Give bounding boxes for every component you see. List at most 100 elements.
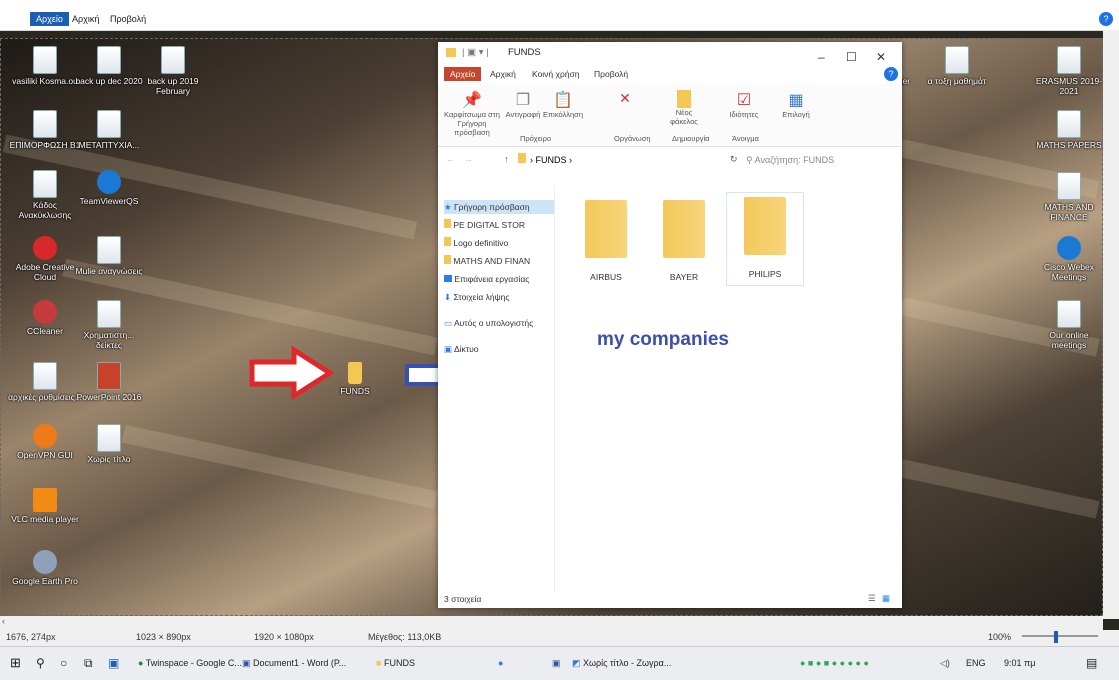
copy-button[interactable]: ❐ Αντιγραφή <box>504 90 542 119</box>
organize-buttons[interactable]: ✕ <box>588 90 662 107</box>
desktop-icon[interactable]: Adobe Creative Cloud <box>8 236 82 282</box>
nav-item[interactable]: Logo definitivo <box>444 236 554 250</box>
details-view-icon[interactable]: ☰ <box>868 593 876 604</box>
teamviewer-icon <box>97 170 121 194</box>
paint-tab-home[interactable]: Αρχική <box>66 12 105 26</box>
nav-item[interactable]: PE DIGITAL STOR <box>444 218 554 232</box>
paint-tab-file[interactable]: Αρχείο <box>30 12 69 26</box>
windows-taskbar: ⊞ ⚲ ○ ⧉ ▣ ● Twinspace - Google C... ▣ Do… <box>0 646 1119 680</box>
desktop-icon[interactable]: Χωρίς τίτλο <box>72 424 146 464</box>
nav-this-pc[interactable]: ▭ Αυτός ο υπολογιστής <box>444 316 554 330</box>
explorer-tab-file[interactable]: Αρχείο <box>444 67 482 81</box>
desktop-icon[interactable]: ΕΠΙΜΟΡΦΩΣΗ Β1 <box>8 110 82 150</box>
language-indicator[interactable]: ENG <box>966 655 986 671</box>
desktop-icon[interactable]: back up 2019 February <box>136 46 210 96</box>
desktop-icon[interactable]: Google Earth Pro <box>8 550 82 586</box>
image-file-icon <box>97 424 121 452</box>
teamviewer-icon[interactable]: ● <box>498 655 503 671</box>
image-size: 1920 × 1080px <box>254 632 314 642</box>
nav-item[interactable]: Επιφάνεια εργασίας <box>444 272 554 286</box>
desktop-icon[interactable]: CCleaner <box>8 300 82 336</box>
folder-item[interactable]: BAYER <box>646 196 722 282</box>
notifications-icon[interactable]: ▤ <box>1086 655 1097 671</box>
zoom-level: 100% <box>988 632 1012 642</box>
vertical-scrollbar[interactable] <box>1103 30 1119 619</box>
desktop-icon[interactable]: ERASMUS 2019-2021 <box>1032 46 1103 96</box>
nav-quick-access[interactable]: ★ Γρήγορη πρόσβαση <box>444 200 554 214</box>
app-icon[interactable]: ▣ <box>552 655 561 671</box>
cortana-icon[interactable]: ○ <box>60 655 67 671</box>
select-button[interactable]: ▦ Επιλογή <box>776 90 816 119</box>
folder-item-selected[interactable]: PHILIPS <box>726 192 804 286</box>
search-input[interactable]: ⚲ Αναζήτηση: FUNDS <box>746 152 894 168</box>
desktop-icon[interactable]: αρχικές ρυθμίσεις... <box>8 362 82 402</box>
taskbar-item-explorer[interactable]: ■ FUNDS <box>376 655 415 671</box>
address-bar[interactable]: › FUNDS › <box>518 152 718 168</box>
desktop-icon[interactable]: vasiliki Kosma.ou <box>8 46 82 86</box>
task-view-icon[interactable]: ⧉ <box>84 655 93 671</box>
desktop-icon[interactable]: Cisco Webex Meetings <box>1032 236 1103 282</box>
folder-icon <box>663 200 705 258</box>
desktop-icon[interactable]: MATHS PAPERS <box>1032 110 1103 150</box>
desktop-icon[interactable]: TeamViewerQS <box>72 170 146 206</box>
forward-icon[interactable]: → <box>464 154 473 164</box>
help-icon[interactable]: ? <box>884 67 898 81</box>
desktop-icon[interactable]: Mulie αναγνώσεις <box>72 236 146 276</box>
paint-tab-view[interactable]: Προβολή <box>104 12 152 26</box>
folder-icon <box>444 237 451 246</box>
desktop-icon[interactable]: VLC media player <box>8 488 82 524</box>
taskbar-item-chrome[interactable]: ● Twinspace - Google C... <box>138 655 242 671</box>
search-icon[interactable]: ⚲ <box>36 655 45 671</box>
taskbar-item-paint[interactable]: ◩ Χωρίς τίτλο - Ζωγρα... <box>572 655 671 671</box>
explorer-tab-view[interactable]: Προβολή <box>588 67 634 81</box>
folder-icon <box>444 255 451 264</box>
tray-icons[interactable]: ● ■ ● ■ ● ● ● ● ● <box>800 655 869 671</box>
search-icon: ⚲ <box>746 155 753 165</box>
folder-icon <box>518 153 526 163</box>
new-folder-button[interactable]: Νέος φάκελος <box>664 90 704 126</box>
download-icon: ⬇ <box>444 292 452 302</box>
taskbar-item-word[interactable]: ▣ Document1 - Word (P... <box>242 655 346 671</box>
nav-item[interactable]: ⬇ Στοιχεία λήψης <box>444 290 554 304</box>
desktop-icon[interactable]: Our online meetings <box>1032 300 1103 350</box>
large-icons-view-icon[interactable]: ▦ <box>882 593 890 604</box>
desktop-icon <box>444 275 452 282</box>
desktop-icon[interactable]: ΜΕΤΑΠΤΥΧΙΑ... <box>72 110 146 150</box>
pin-icon: 📌 <box>462 92 482 109</box>
start-icon[interactable]: ⊞ <box>10 655 21 671</box>
paste-button[interactable]: 📋 Επικόλληση <box>542 90 584 119</box>
explorer-tab-home[interactable]: Αρχική <box>484 67 522 81</box>
desktop-icon[interactable]: PowerPoint 2016 <box>72 362 146 402</box>
scroll-left-icon[interactable]: ‹ <box>2 616 5 626</box>
refresh-icon[interactable]: ↻ <box>730 154 738 165</box>
desktop-icon[interactable]: back up dec 2020 <box>72 46 146 86</box>
desktop-icon[interactable]: Κάδος Ανακύκλωσης <box>8 170 82 220</box>
desktop-icon[interactable]: α τοξη μαθημάτ <box>920 46 994 86</box>
file-size: Μέγεθος: 113,0KB <box>368 632 442 642</box>
help-icon[interactable]: ? <box>1099 12 1113 26</box>
zoom-slider-thumb[interactable] <box>1054 631 1058 643</box>
zoom-slider[interactable] <box>1022 635 1098 637</box>
desktop-icon[interactable]: OpenVPN GUI <box>8 424 82 460</box>
store-icon[interactable]: ▣ <box>108 655 119 671</box>
pin-quick-access-button[interactable]: 📌 Καρφίτσωμα στη Γρήγορη πρόσβαση <box>440 90 504 137</box>
file-explorer-window[interactable]: | ▣ ▾ | FUNDS – ☐ ✕ Αρχείο Αρχική Κοινή … <box>438 42 902 608</box>
horizontal-scrollbar[interactable]: ‹ <box>0 616 1103 630</box>
google-earth-icon <box>33 550 57 574</box>
properties-button[interactable]: ☑ Ιδιότητες <box>724 90 764 119</box>
up-icon[interactable]: ↑ <box>504 154 509 164</box>
volume-icon[interactable]: ◁) <box>940 655 950 671</box>
copy-icon: ❐ <box>515 92 531 109</box>
folder-item[interactable]: AIRBUS <box>568 196 644 282</box>
nav-network[interactable]: ▣ Δίκτυο <box>444 342 554 356</box>
desktop-icon[interactable]: MATHS AND FINANCE <box>1032 172 1103 222</box>
back-icon[interactable]: ← <box>446 154 455 164</box>
nav-item[interactable]: MATHS AND FINAN <box>444 254 554 268</box>
paint-icon: ◩ <box>572 658 581 668</box>
explorer-tab-share[interactable]: Κοινή χρήση <box>526 67 586 81</box>
desktop-icon[interactable]: Χρηματιστη... δείκτες <box>72 300 146 350</box>
clock[interactable]: 9:01 πμ <box>1004 655 1035 671</box>
quick-access-toolbar[interactable]: | ▣ ▾ | <box>462 42 489 64</box>
navigation-pane: ★ Γρήγορη πρόσβαση PE DIGITAL STOR Logo … <box>438 186 555 592</box>
explorer-ribbon-tabs: Αρχείο Αρχική Κοινή χρήση Προβολή ? <box>438 64 902 85</box>
